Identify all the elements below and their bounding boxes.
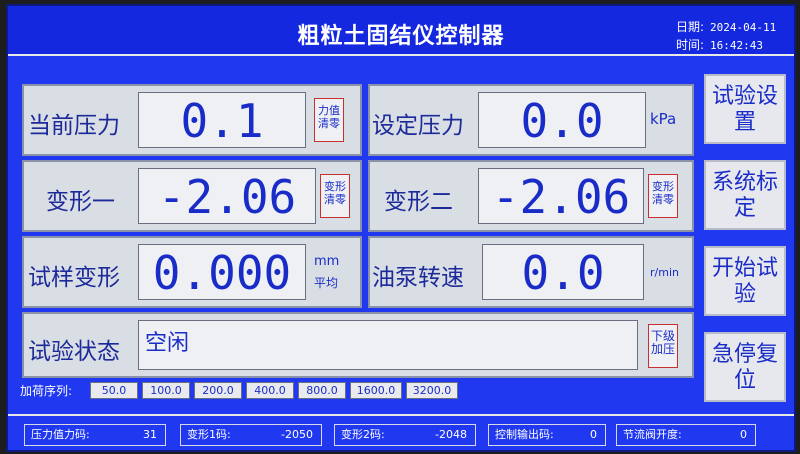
current-pressure-value: 0.1 [138,92,306,148]
current-pressure-panel: 当前压力 0.1 力值清零 [22,84,362,156]
deform1-value: -2.06 [138,168,316,224]
deform1-code-label: 变形1码: [187,428,231,441]
time-display: 时间: 16:42:43 [676,36,763,53]
deform2-zero-button[interactable]: 变形清零 [648,174,678,218]
pump-speed-label: 油泵转速 [372,265,464,291]
throttle-value: 0 [740,428,747,441]
hmi-screen: 粗粒土固结仪控制器 日期: 2024-04-11 时间: 16:42:43 当前压力… [6,4,796,452]
throttle-readout: 节流阀开度: 0 [616,424,756,446]
set-pressure-panel: 设定压力 0.0 kPa [368,84,694,156]
load-sequence-item[interactable]: 800.0 [298,382,346,399]
force-zero-button[interactable]: 力值清零 [314,98,344,142]
control-output-label: 控制输出码: [495,428,554,441]
deform2-value: -2.06 [478,168,644,224]
title-bar: 粗粒土固结仪控制器 日期: 2024-04-11 时间: 16:42:43 [8,6,794,56]
sample-deform-unit: mm [314,254,340,269]
set-pressure-value[interactable]: 0.0 [478,92,646,148]
test-state-label: 试验状态 [28,339,120,365]
load-sequence-label: 加荷序列: [20,384,73,398]
time-value: 16:42:43 [710,39,764,52]
date-display: 日期: 2024-04-11 [676,18,776,35]
status-bar: 压力值力码: 31 变形1码: -2050 变形2码: -2048 控制输出码:… [8,414,794,450]
pressure-code-value: 31 [143,428,157,441]
deform2-code-label: 变形2码: [341,428,385,441]
load-sequence-item[interactable]: 200.0 [194,382,242,399]
sample-deform-value: 0.000 [138,244,306,300]
test-state-panel: 试验状态 空闲 下级加压 [22,312,694,378]
test-state-value: 空闲 [138,320,638,370]
load-sequence-item[interactable]: 100.0 [142,382,190,399]
date-label: 日期: [676,20,705,34]
deform1-panel: 变形一 -2.06 变形清零 [22,160,362,232]
deform1-zero-button[interactable]: 变形清零 [320,174,350,218]
deform1-code-readout: 变形1码: -2050 [180,424,322,446]
next-stage-load-button[interactable]: 下级加压 [648,324,678,368]
load-sequence-item[interactable]: 50.0 [90,382,138,399]
pressure-code-label: 压力值力码: [31,428,90,441]
control-output-value: 0 [590,428,597,441]
deform1-label: 变形一 [46,189,115,215]
set-pressure-label: 设定压力 [372,113,464,139]
system-calibration-button[interactable]: 系统标定 [704,160,786,230]
start-test-button[interactable]: 开始试验 [704,246,786,316]
test-setup-button[interactable]: 试验设置 [704,74,786,144]
deform2-code-readout: 变形2码: -2048 [334,424,476,446]
deform2-label: 变形二 [384,189,453,215]
load-sequence-item[interactable]: 400.0 [246,382,294,399]
deform1-code-value: -2050 [281,428,313,441]
date-value: 2024-04-11 [710,21,777,34]
set-pressure-unit: kPa [650,110,677,128]
deform2-code-value: -2048 [435,428,467,441]
pressure-code-readout: 压力值力码: 31 [24,424,166,446]
sample-deform-label: 试样变形 [28,265,120,291]
load-sequence-item[interactable]: 1600.0 [350,382,402,399]
pump-speed-value: 0.0 [482,244,644,300]
pump-speed-unit: r/min [650,266,679,279]
control-output-readout: 控制输出码: 0 [488,424,606,446]
sample-deform-average-label: 平均 [314,276,339,290]
current-pressure-label: 当前压力 [28,113,120,139]
time-label: 时间: [676,38,705,52]
emergency-reset-button[interactable]: 急停复位 [704,332,786,402]
throttle-label: 节流阀开度: [623,428,682,441]
deform2-panel: 变形二 -2.06 变形清零 [368,160,694,232]
load-sequence-item[interactable]: 3200.0 [406,382,458,399]
sample-deform-panel: 试样变形 0.000 mm 平均 [22,236,362,308]
pump-speed-panel: 油泵转速 0.0 r/min [368,236,694,308]
